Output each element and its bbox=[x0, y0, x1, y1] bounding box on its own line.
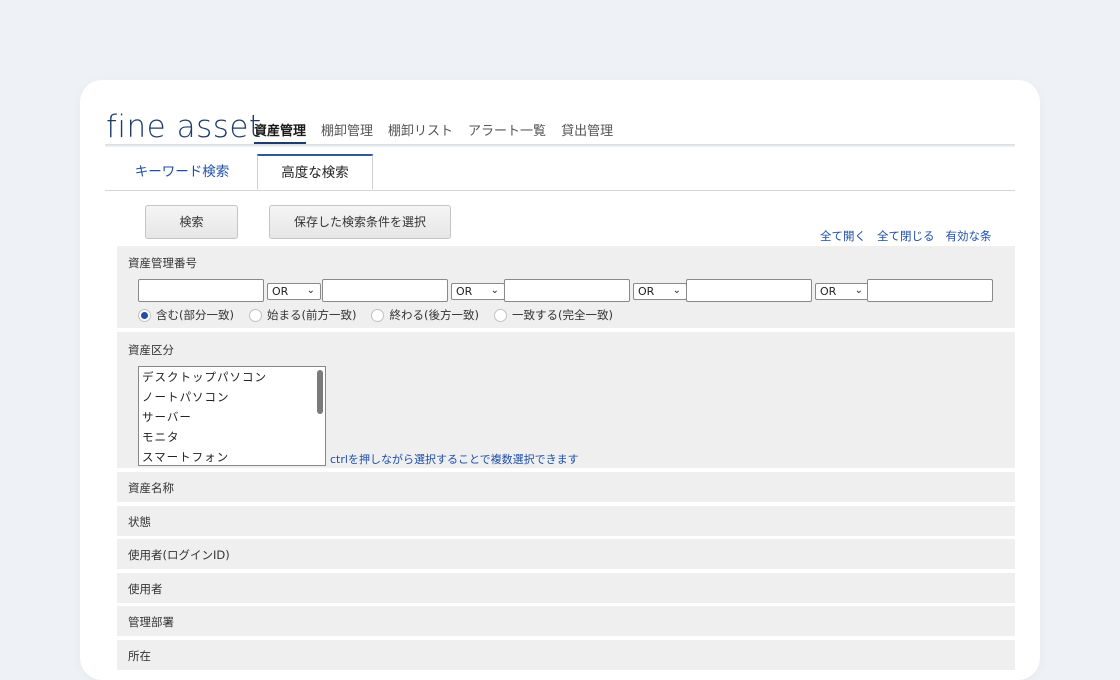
asset-number-input-4[interactable] bbox=[686, 279, 812, 302]
asset-kind-section: 資産区分 デスクトップパソコン ノートパソコン サーバー モニタ スマートフォン… bbox=[117, 332, 1015, 468]
list-option[interactable]: モニタ bbox=[139, 427, 325, 447]
main-nav: 資産管理 棚卸管理 棚卸リスト アラート一覧 貸出管理 bbox=[254, 120, 613, 144]
asset-name-section[interactable]: 資産名称 bbox=[117, 472, 1015, 502]
nav-item-alerts[interactable]: アラート一覧 bbox=[468, 120, 546, 144]
user-section[interactable]: 使用者 bbox=[117, 573, 1015, 603]
match-mode-prefix[interactable]: 始まる(前方一致) bbox=[248, 307, 357, 323]
multi-select-hint: ctrlを押しながら選択することで複数選択できます bbox=[330, 453, 579, 466]
asset-number-section: 資産管理番号 OR ⌄ OR ⌄ OR ⌄ OR ⌄ 含む(部分一致) 始まる(… bbox=[117, 246, 1015, 328]
close-all-link[interactable]: 全て閉じる bbox=[877, 228, 935, 244]
operator-value: OR bbox=[820, 285, 837, 298]
chevron-down-icon: ⌄ bbox=[854, 285, 863, 296]
location-section[interactable]: 所在 bbox=[117, 640, 1015, 670]
listbox-scrollbar[interactable] bbox=[317, 370, 323, 414]
asset-number-label: 資産管理番号 bbox=[128, 256, 197, 270]
match-mode-label: 始まる(前方一致) bbox=[266, 308, 357, 322]
search-tabs: キーワード検索 高度な検索 bbox=[105, 154, 1015, 191]
section-toggle-links: 全て開く 全て閉じる 有効な条 bbox=[820, 228, 992, 244]
header-divider bbox=[105, 144, 1015, 147]
operator-value: OR bbox=[456, 285, 473, 298]
match-mode-group: 含む(部分一致) 始まる(前方一致) 終わる(後方一致) 一致する(完全一致) bbox=[138, 307, 613, 323]
section-label: 所在 bbox=[128, 649, 151, 663]
chevron-down-icon: ⌄ bbox=[672, 285, 681, 296]
search-button[interactable]: 検索 bbox=[145, 205, 238, 239]
tab-advanced-search[interactable]: 高度な検索 bbox=[257, 154, 373, 190]
tab-keyword-search[interactable]: キーワード検索 bbox=[117, 154, 247, 190]
asset-number-operator-2[interactable]: OR ⌄ bbox=[451, 283, 505, 300]
operator-value: OR bbox=[638, 285, 655, 298]
asset-kind-listbox[interactable]: デスクトップパソコン ノートパソコン サーバー モニタ スマートフォン bbox=[138, 366, 326, 466]
match-mode-exact[interactable]: 一致する(完全一致) bbox=[493, 307, 613, 323]
list-option[interactable]: デスクトップパソコン bbox=[139, 367, 325, 387]
radio-icon bbox=[493, 308, 507, 322]
nav-item-lending[interactable]: 貸出管理 bbox=[561, 120, 613, 144]
radio-icon bbox=[248, 308, 262, 322]
nav-item-assets[interactable]: 資産管理 bbox=[254, 120, 307, 144]
app-window: fine asset 資産管理 棚卸管理 棚卸リスト アラート一覧 貸出管理 キ… bbox=[80, 80, 1040, 680]
nav-item-inventory-list[interactable]: 棚卸リスト bbox=[388, 120, 453, 144]
asset-number-operator-3[interactable]: OR ⌄ bbox=[633, 283, 687, 300]
match-mode-label: 一致する(完全一致) bbox=[511, 308, 613, 322]
radio-selected-icon bbox=[138, 308, 151, 322]
asset-number-operator-4[interactable]: OR ⌄ bbox=[815, 283, 869, 300]
section-label: 状態 bbox=[128, 515, 151, 529]
user-login-id-section[interactable]: 使用者(ログインID) bbox=[117, 539, 1015, 569]
asset-number-input-5[interactable] bbox=[867, 279, 993, 302]
saved-conditions-button[interactable]: 保存した検索条件を選択 bbox=[269, 205, 451, 239]
app-header: fine asset 資産管理 棚卸管理 棚卸リスト アラート一覧 貸出管理 bbox=[106, 108, 1016, 146]
section-label: 使用者(ログインID) bbox=[128, 548, 230, 562]
nav-item-inventory[interactable]: 棚卸管理 bbox=[321, 120, 373, 144]
match-mode-label: 終わる(後方一致) bbox=[389, 308, 479, 322]
list-option[interactable]: ノートパソコン bbox=[139, 387, 325, 407]
chevron-down-icon: ⌄ bbox=[490, 285, 499, 296]
radio-icon bbox=[371, 308, 385, 322]
asset-number-input-1[interactable] bbox=[138, 279, 264, 302]
match-mode-partial[interactable]: 含む(部分一致) bbox=[138, 307, 234, 323]
section-label: 管理部署 bbox=[128, 615, 174, 629]
enabled-conditions-link[interactable]: 有効な条 bbox=[946, 228, 992, 244]
asset-number-input-2[interactable] bbox=[322, 279, 448, 302]
section-label: 使用者 bbox=[128, 582, 163, 596]
open-all-link[interactable]: 全て開く bbox=[820, 228, 866, 244]
chevron-down-icon: ⌄ bbox=[306, 285, 315, 296]
match-mode-label: 含む(部分一致) bbox=[156, 308, 234, 322]
status-section[interactable]: 状態 bbox=[117, 506, 1015, 536]
asset-kind-label: 資産区分 bbox=[128, 343, 174, 357]
match-mode-suffix[interactable]: 終わる(後方一致) bbox=[371, 307, 479, 323]
department-section[interactable]: 管理部署 bbox=[117, 606, 1015, 636]
list-option[interactable]: サーバー bbox=[139, 407, 325, 427]
asset-number-operator-1[interactable]: OR ⌄ bbox=[267, 283, 321, 300]
asset-number-input-3[interactable] bbox=[504, 279, 630, 302]
section-label: 資産名称 bbox=[128, 481, 174, 495]
app-logo: fine asset bbox=[106, 109, 262, 145]
operator-value: OR bbox=[272, 285, 289, 298]
list-option[interactable]: スマートフォン bbox=[139, 447, 325, 465]
